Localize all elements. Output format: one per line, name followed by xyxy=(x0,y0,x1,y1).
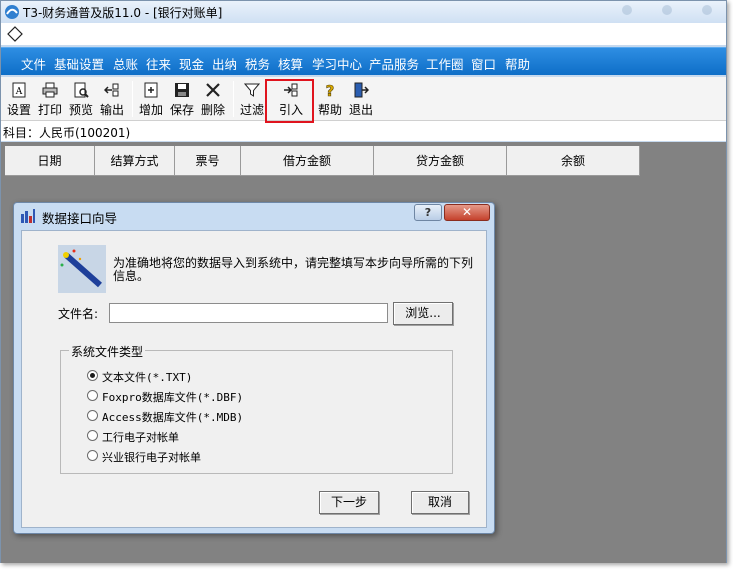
help-button[interactable]: ? 帮助 xyxy=(316,80,344,118)
svg-text:?: ? xyxy=(326,82,335,98)
toolbar: A 设置 打印 预览 输出 增加 保存 删除 过滤 引入 ? 帮助 退出 xyxy=(1,77,726,121)
radio-empty-icon[interactable] xyxy=(87,430,98,441)
column-header-ticket[interactable]: 票号 xyxy=(175,146,241,176)
file-type-legend: 系统文件类型 xyxy=(69,343,146,360)
save-button[interactable]: 保存 xyxy=(168,80,196,118)
toolbar-separator xyxy=(132,81,133,117)
menu-learning-center[interactable]: 学习中心 xyxy=(312,54,362,73)
print-label: 打印 xyxy=(37,103,62,117)
menu-window[interactable]: 窗口 xyxy=(471,54,496,73)
filetype-label: 兴业银行电子对帐单 xyxy=(102,451,201,464)
dialog-body: 为准确地将您的数据导入到系统中，请完整填写本步向导所需的下列信息。 文件名: 浏… xyxy=(21,230,487,528)
data-interface-wizard-dialog: 数据接口向导 ? ✕ 为准确地将您的数据导入到系统中，请完整填写本步向导所需的下… xyxy=(13,202,495,534)
cancel-button[interactable]: 取消 xyxy=(411,491,469,514)
grid-header: 日期 结算方式 票号 借方金额 贷方金额 余额 xyxy=(5,146,640,176)
export-button[interactable]: 输出 xyxy=(98,80,126,118)
menu-general-ledger[interactable]: 总账 xyxy=(113,54,138,73)
printer-icon xyxy=(42,82,58,98)
exit-button[interactable]: 退出 xyxy=(347,80,375,118)
filter-icon xyxy=(244,83,260,97)
column-header-settlement[interactable]: 结算方式 xyxy=(95,146,175,176)
delete-button[interactable]: 删除 xyxy=(199,80,227,118)
menu-file[interactable]: 文件 xyxy=(21,54,46,73)
menu-cashier[interactable]: 出纳 xyxy=(212,54,237,73)
filetype-label: Access数据库文件(*.MDB) xyxy=(102,411,244,424)
radio-selected-icon[interactable] xyxy=(87,370,98,381)
filter-button[interactable]: 过滤 xyxy=(238,80,266,118)
window-controls xyxy=(612,3,722,19)
menu-work-circle[interactable]: 工作圈 xyxy=(426,54,464,73)
subject-row: 科目：人民币(100201) xyxy=(1,121,726,141)
toolbar-separator xyxy=(233,81,234,117)
column-header-debit[interactable]: 借方金额 xyxy=(241,146,374,176)
wizard-wand-icon xyxy=(58,245,106,293)
exit-icon xyxy=(354,82,369,98)
preview-label: 预览 xyxy=(68,103,93,117)
system-menu-icon[interactable] xyxy=(7,26,23,42)
preview-button[interactable]: 预览 xyxy=(67,80,95,118)
document-setup-icon: A xyxy=(12,82,26,98)
subject-label: 科目：人民币(100201) xyxy=(3,126,131,140)
radio-empty-icon[interactable] xyxy=(87,450,98,461)
menu-tax[interactable]: 税务 xyxy=(245,54,270,73)
filetype-label: 文本文件(*.TXT) xyxy=(102,371,193,384)
delete-icon xyxy=(206,83,220,97)
menu-cash[interactable]: 现金 xyxy=(179,54,204,73)
add-button[interactable]: 增加 xyxy=(137,80,165,118)
add-icon xyxy=(144,82,158,98)
file-name-input[interactable] xyxy=(109,303,388,323)
help-label: 帮助 xyxy=(317,103,342,117)
radio-empty-icon[interactable] xyxy=(87,410,98,421)
exit-label: 退出 xyxy=(348,103,373,117)
export-label: 输出 xyxy=(99,103,124,117)
column-header-credit[interactable]: 贷方金额 xyxy=(374,146,507,176)
export-icon xyxy=(104,83,119,97)
file-name-label: 文件名: xyxy=(58,307,99,321)
app-logo-icon xyxy=(5,5,19,19)
dialog-help-button[interactable]: ? xyxy=(414,204,442,221)
add-label: 增加 xyxy=(138,103,163,117)
svg-text:A: A xyxy=(15,87,23,97)
next-step-button[interactable]: 下一步 xyxy=(319,491,379,514)
title-bar[interactable]: T3-财务通普及版11.0 - [银行对账单] xyxy=(1,1,726,23)
dialog-title: 数据接口向导 xyxy=(42,211,118,226)
menu-accounting[interactable]: 核算 xyxy=(278,54,303,73)
file-type-group: 系统文件类型 文本文件(*.TXT) Foxpro数据库文件(*.DBF) Ac… xyxy=(60,343,453,474)
filetype-label: 工行电子对帐单 xyxy=(102,431,179,444)
radio-empty-icon[interactable] xyxy=(87,390,98,401)
setup-label: 设置 xyxy=(6,103,31,117)
menu-receivables[interactable]: 往来 xyxy=(146,54,171,73)
column-header-date[interactable]: 日期 xyxy=(5,146,95,176)
window-title: T3-财务通普及版11.0 - [银行对账单] xyxy=(23,6,223,20)
column-header-balance[interactable]: 余额 xyxy=(507,146,640,176)
save-icon xyxy=(175,83,189,97)
menu-basic-settings[interactable]: 基础设置 xyxy=(54,54,104,73)
delete-label: 删除 xyxy=(200,103,225,117)
dialog-close-button[interactable]: ✕ xyxy=(444,204,490,221)
setup-button[interactable]: A 设置 xyxy=(5,80,33,118)
browse-button[interactable]: 浏览... xyxy=(393,302,453,325)
preview-icon xyxy=(74,82,89,98)
wizard-description: 为准确地将您的数据导入到系统中，请完整填写本步向导所需的下列信息。 xyxy=(113,256,474,283)
menu-product-services[interactable]: 产品服务 xyxy=(369,54,419,73)
mdi-system-strip xyxy=(1,23,726,45)
help-icon: ? xyxy=(325,82,335,98)
menu-help[interactable]: 帮助 xyxy=(505,54,530,73)
wizard-title-icon xyxy=(21,209,35,223)
print-button[interactable]: 打印 xyxy=(36,80,64,118)
save-label: 保存 xyxy=(169,103,194,117)
filter-label: 过滤 xyxy=(239,103,264,117)
import-highlight-box xyxy=(265,79,314,123)
filetype-label: Foxpro数据库文件(*.DBF) xyxy=(102,391,244,404)
menu-bar: 文件 基础设置 总账 往来 现金 出纳 税务 核算 学习中心 产品服务 工作圈 … xyxy=(1,47,726,75)
